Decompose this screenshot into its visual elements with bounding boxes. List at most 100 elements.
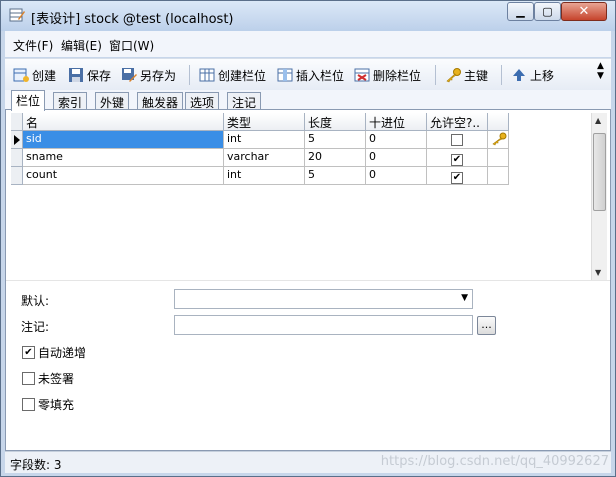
key-cell (488, 167, 509, 185)
current-row-icon (14, 135, 20, 145)
menu-edit[interactable]: 编辑(E) (61, 37, 102, 54)
field-type-cell[interactable]: varchar (224, 149, 305, 167)
field-decimals-cell[interactable]: 0 (366, 131, 427, 149)
maximize-button[interactable]: ▢ (534, 2, 561, 21)
scroll-thumb[interactable] (593, 133, 606, 211)
delete-column-button[interactable]: 删除栏位 (354, 65, 421, 85)
menu-file[interactable]: 文件(F) (13, 37, 53, 54)
toolbar: 创建 保存 另存为 创建栏位 插入栏位 删除栏位 主键 上移 ▲ ▼ (5, 58, 611, 90)
table-designer-window: [表设计] stock @test (localhost) ▁ ▢ ✕ 文件(F… (0, 0, 616, 477)
toolbar-separator (189, 65, 190, 85)
zerofill-checkbox[interactable] (22, 397, 35, 411)
new-table-icon (13, 67, 29, 83)
allow-null-checkbox[interactable]: ✔ (451, 154, 463, 166)
row-selector[interactable] (11, 167, 23, 185)
create-column-button[interactable]: 创建栏位 (199, 65, 266, 85)
grid-corner (11, 113, 23, 131)
comment-field[interactable] (174, 315, 473, 335)
grid-header-row: 名 类型 长度 十进位 允许空?.. (11, 113, 511, 131)
default-label: 默认: (21, 294, 50, 308)
tab-comment[interactable]: 注记 (227, 92, 262, 110)
field-length-cell[interactable]: 5 (305, 167, 366, 185)
row-selector[interactable] (11, 149, 23, 167)
delete-column-icon (354, 67, 370, 83)
field-type-cell[interactable]: int (224, 167, 305, 185)
tab-foreign-keys[interactable]: 外键 (95, 92, 130, 110)
title-bar[interactable]: [表设计] stock @test (localhost) ▁ ▢ ✕ (1, 1, 615, 31)
toolbar-separator (501, 65, 502, 85)
field-decimals-cell[interactable]: 0 (366, 149, 427, 167)
zerofill-label: 零填充 (38, 397, 75, 412)
create-column-label: 创建栏位 (218, 68, 267, 83)
comment-edit-button[interactable]: ... (477, 316, 496, 335)
field-type-cell[interactable]: int (224, 131, 305, 149)
arrow-up-icon (511, 67, 527, 83)
table-row[interactable]: sname varchar 20 0 ✔ (11, 149, 511, 167)
delete-column-label: 删除栏位 (373, 68, 422, 83)
column-header-key[interactable] (488, 113, 509, 131)
grid-vertical-scrollbar[interactable]: ▲ ▼ (591, 113, 607, 280)
row-selector[interactable] (11, 131, 23, 149)
tab-options[interactable]: 选项 (185, 92, 220, 110)
table-row[interactable]: sid int 5 0 (11, 131, 511, 149)
field-name-cell[interactable]: sid (23, 131, 224, 149)
field-name-cell[interactable]: sname (23, 149, 224, 167)
insert-column-button[interactable]: 插入栏位 (277, 65, 344, 85)
save-button[interactable]: 保存 (68, 65, 111, 85)
toolbar-separator (435, 65, 436, 85)
allow-null-cell[interactable] (427, 131, 488, 149)
allow-null-checkbox[interactable]: ✔ (451, 172, 463, 184)
minimize-button[interactable]: ▁ (507, 2, 534, 21)
key-cell (488, 131, 509, 149)
watermark: https://blog.csdn.net/qq_40992627 (380, 454, 609, 469)
column-header-allow-null[interactable]: 允许空?.. (427, 113, 488, 131)
move-up-button[interactable]: 上移 (511, 65, 554, 85)
column-header-name[interactable]: 名 (23, 113, 224, 131)
save-as-label: 另存为 (140, 68, 177, 83)
key-cell (488, 149, 509, 167)
insert-column-label: 插入栏位 (296, 68, 345, 83)
dropdown-arrow-icon[interactable]: ▼ (461, 293, 468, 303)
tab-bar: 栏位 索引 外键 触发器 选项 注记 (5, 90, 611, 111)
allow-null-checkbox[interactable] (451, 134, 463, 146)
field-decimals-cell[interactable]: 0 (366, 167, 427, 185)
scroll-down-icon[interactable]: ▼ (595, 268, 601, 277)
auto-increment-checkbox[interactable]: ✔ (22, 345, 35, 359)
unsigned-option[interactable]: 未签署 (22, 370, 74, 386)
properties-divider (6, 280, 610, 281)
tab-indexes[interactable]: 索引 (53, 92, 88, 110)
field-name-cell[interactable]: count (23, 167, 224, 185)
primary-key-icon (492, 132, 507, 146)
primary-key-label: 主键 (464, 68, 489, 83)
allow-null-cell[interactable]: ✔ (427, 149, 488, 167)
column-header-decimals[interactable]: 十进位 (366, 113, 427, 131)
create-column-icon (199, 67, 215, 83)
column-header-type[interactable]: 类型 (224, 113, 305, 131)
tab-triggers[interactable]: 触发器 (137, 92, 184, 110)
columns-panel: 名 类型 长度 十进位 允许空?.. sid int 5 0 sname var… (5, 109, 611, 451)
save-as-icon (121, 67, 137, 83)
table-row[interactable]: count int 5 0 ✔ (11, 167, 511, 185)
auto-increment-option[interactable]: ✔ 自动递增 (22, 344, 86, 360)
create-button[interactable]: 创建 (13, 65, 56, 85)
save-label: 保存 (87, 68, 112, 83)
tab-columns[interactable]: 栏位 (11, 90, 46, 111)
insert-column-icon (277, 67, 293, 83)
auto-increment-label: 自动递增 (38, 345, 87, 360)
field-length-cell[interactable]: 5 (305, 131, 366, 149)
field-length-cell[interactable]: 20 (305, 149, 366, 167)
zerofill-option[interactable]: 零填充 (22, 396, 74, 412)
field-count: 字段数: 3 (10, 458, 62, 472)
save-as-button[interactable]: 另存为 (121, 65, 176, 85)
comment-label: 注记: (21, 320, 50, 334)
save-icon (68, 67, 84, 83)
default-value-combo[interactable]: ▼ (174, 289, 473, 309)
toolbar-overflow-icon[interactable]: ▲ ▼ (597, 61, 604, 81)
primary-key-button[interactable]: 主键 (445, 65, 488, 85)
scroll-up-icon[interactable]: ▲ (595, 116, 601, 125)
allow-null-cell[interactable]: ✔ (427, 167, 488, 185)
close-button[interactable]: ✕ (561, 2, 607, 21)
column-header-length[interactable]: 长度 (305, 113, 366, 131)
unsigned-checkbox[interactable] (22, 371, 35, 385)
menu-window[interactable]: 窗口(W) (109, 37, 154, 54)
